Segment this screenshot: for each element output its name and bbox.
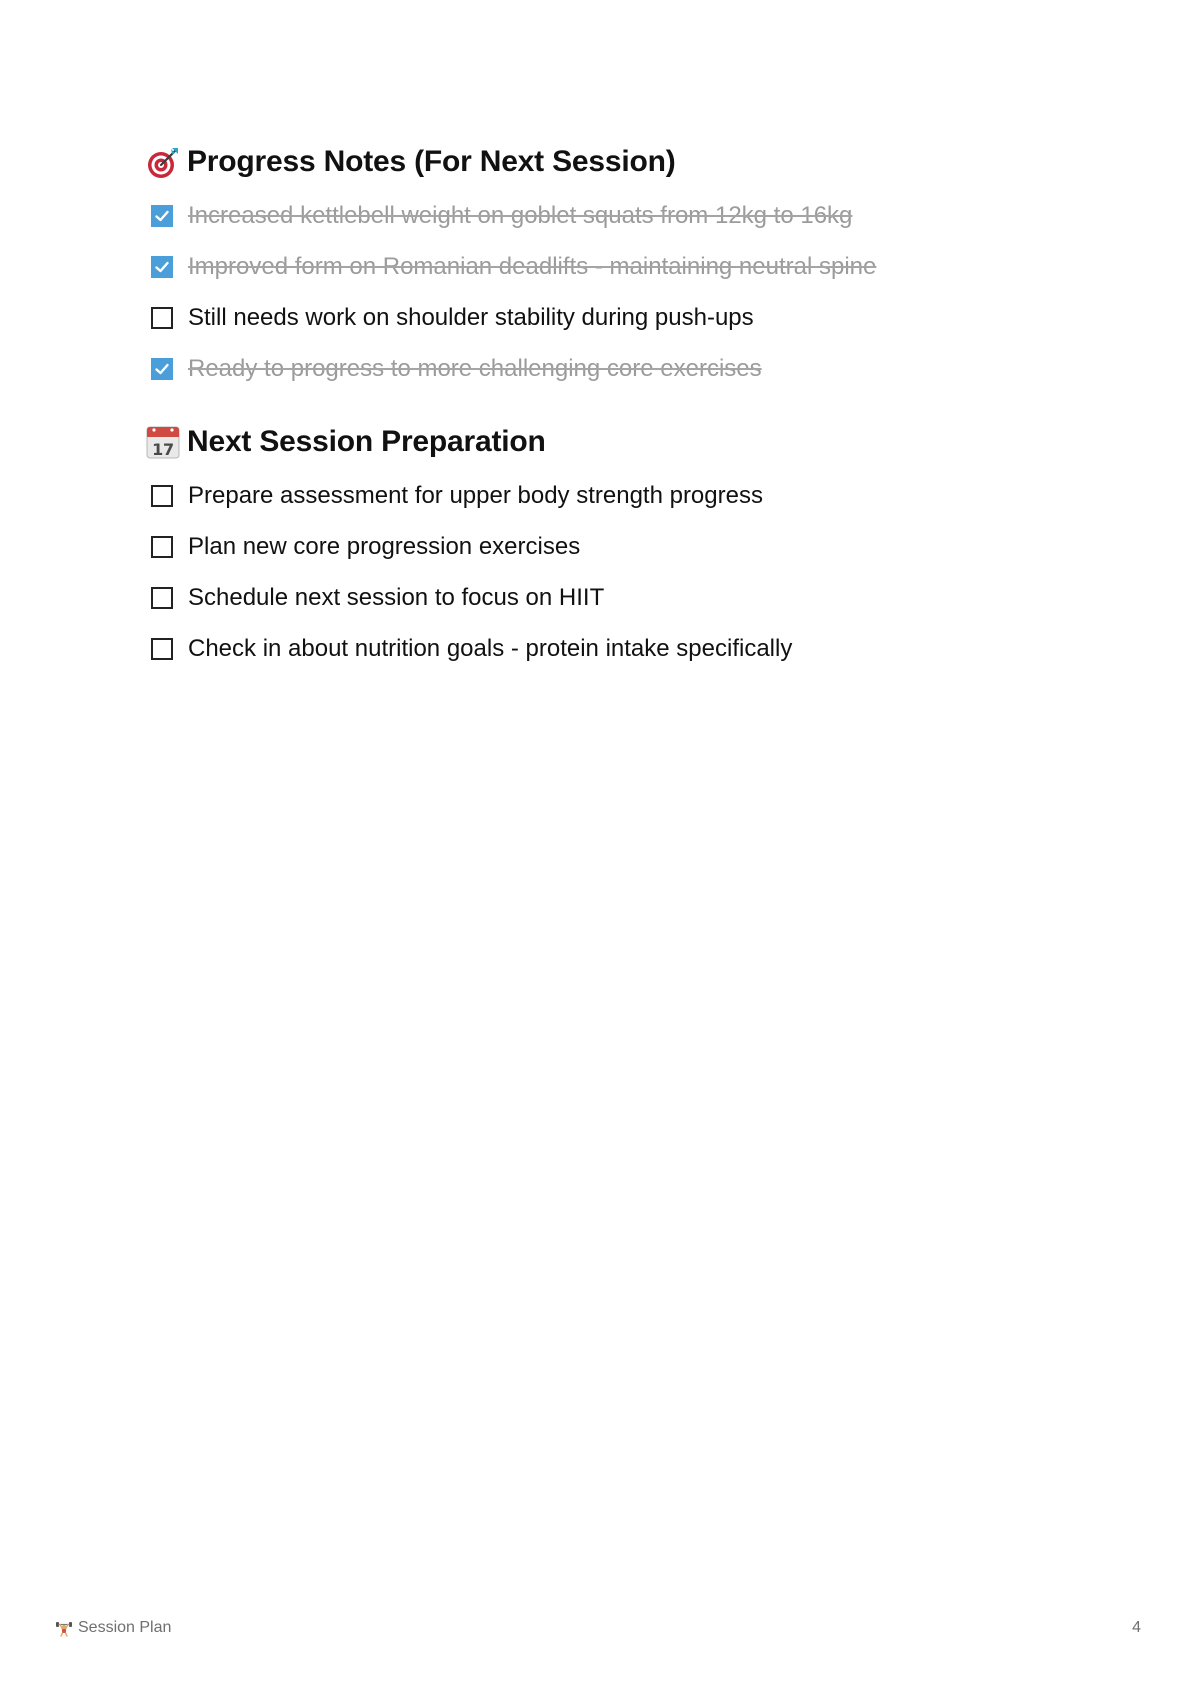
todo-item: Increased kettlebell weight on goblet sq… bbox=[145, 190, 1045, 241]
checkbox-checked[interactable] bbox=[151, 255, 173, 278]
todo-text: Improved form on Romanian deadlifts - ma… bbox=[188, 252, 877, 280]
target-icon bbox=[148, 148, 178, 178]
todo-text: Check in about nutrition goals - protein… bbox=[188, 634, 793, 662]
calendar-day: 17 bbox=[152, 440, 174, 459]
todo-item: Plan new core progression exercises bbox=[145, 521, 1045, 572]
checkbox-unchecked[interactable] bbox=[151, 535, 173, 558]
section-heading-text: Next Session Preparation bbox=[187, 425, 546, 458]
next-session-heading: 17 Next Session Preparation bbox=[145, 420, 1045, 464]
next-session-list: Prepare assessment for upper body streng… bbox=[145, 470, 1045, 674]
progress-notes-heading: Progress Notes (For Next Session) bbox=[145, 140, 1045, 184]
checkmark-icon bbox=[155, 210, 169, 221]
todo-text: Ready to progress to more challenging co… bbox=[188, 354, 762, 382]
weightlifter-icon bbox=[56, 1622, 72, 1637]
checkbox-checked[interactable] bbox=[151, 204, 173, 227]
progress-notes-list: Increased kettlebell weight on goblet sq… bbox=[145, 190, 1045, 394]
page-footer: Session Plan 4 bbox=[55, 1616, 1141, 1640]
todo-item: Prepare assessment for upper body streng… bbox=[145, 470, 1045, 521]
todo-item: Check in about nutrition goals - protein… bbox=[145, 623, 1045, 674]
checkbox-unchecked[interactable] bbox=[151, 586, 173, 609]
page-number: 4 bbox=[1132, 1619, 1141, 1636]
checkmark-icon bbox=[155, 363, 169, 374]
calendar-icon: 17 bbox=[146, 426, 180, 459]
next-session-section: 17 Next Session Preparation Prepare asse… bbox=[145, 420, 1045, 674]
progress-notes-section: Progress Notes (For Next Session) Increa… bbox=[145, 140, 1045, 394]
todo-text: Plan new core progression exercises bbox=[188, 532, 581, 560]
todo-item: Still needs work on shoulder stability d… bbox=[145, 292, 1045, 343]
checkbox-checked[interactable] bbox=[151, 357, 173, 380]
footer-title-group: Session Plan bbox=[55, 1619, 171, 1637]
todo-text: Increased kettlebell weight on goblet sq… bbox=[188, 201, 853, 229]
todo-text: Schedule next session to focus on HIIT bbox=[188, 583, 605, 611]
checkbox-unchecked[interactable] bbox=[151, 637, 173, 660]
checkmark-icon bbox=[155, 261, 169, 272]
checkbox-unchecked[interactable] bbox=[151, 306, 173, 329]
todo-text: Still needs work on shoulder stability d… bbox=[188, 303, 754, 331]
section-heading-text: Progress Notes (For Next Session) bbox=[187, 145, 676, 178]
todo-item: Improved form on Romanian deadlifts - ma… bbox=[145, 241, 1045, 292]
todo-item: Ready to progress to more challenging co… bbox=[145, 343, 1045, 394]
checkbox-unchecked[interactable] bbox=[151, 484, 173, 507]
todo-item: Schedule next session to focus on HIIT bbox=[145, 572, 1045, 623]
footer-title: Session Plan bbox=[78, 1619, 172, 1636]
todo-text: Prepare assessment for upper body streng… bbox=[188, 481, 763, 509]
page-content: Progress Notes (For Next Session) Increa… bbox=[145, 140, 1045, 700]
